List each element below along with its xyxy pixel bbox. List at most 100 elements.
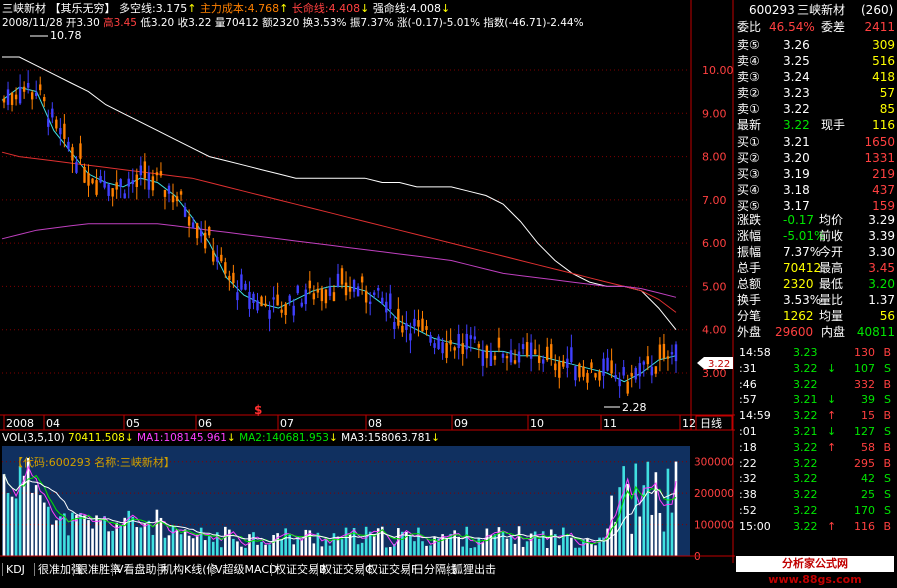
candle-body: [606, 357, 609, 371]
tick-arrow: ↓: [827, 425, 837, 438]
tick-row: 14:58 3.23 130 B: [735, 345, 897, 361]
tick-time: :31: [739, 361, 757, 375]
candle-body: [646, 356, 650, 365]
candle-body: [642, 361, 645, 365]
vol-value: 70411.508: [68, 432, 125, 444]
main-chart[interactable]: 10.009.008.007.006.005.004.003.002008 04 0…: [0, 0, 735, 563]
stat-value: 3.30: [868, 245, 895, 259]
stat-value: 3.29: [868, 213, 895, 227]
volume-bar: [658, 512, 662, 556]
candle-body: [328, 286, 332, 296]
volume-bar: [18, 465, 22, 556]
duokong-value: 3.175: [155, 2, 188, 15]
quote-code: 600293: [749, 3, 795, 17]
price-tick-label: 10.00: [702, 64, 734, 77]
tick-volume: 58: [861, 440, 875, 454]
candle-body: [296, 285, 299, 294]
volume-bar: [296, 536, 300, 556]
volume-bar: [179, 534, 183, 556]
tick-time: :32: [739, 472, 757, 486]
volume-bar: [55, 520, 58, 556]
volume-bar: [244, 547, 247, 556]
weibi-label: 委比: [737, 20, 762, 34]
indicator-tab[interactable]: KDJ: [2, 563, 25, 576]
candle-body: [517, 351, 521, 363]
volume-bar: [195, 535, 199, 556]
volume-bar: [517, 526, 521, 556]
stat-label: 均价: [819, 213, 844, 227]
volume-bar: [50, 524, 54, 556]
buy-price: 3.20: [783, 151, 810, 165]
tick-side: B: [883, 346, 891, 359]
tick-price: 3.22: [793, 472, 818, 486]
candle-body: [417, 320, 420, 327]
candle-body: [2, 98, 6, 103]
neipan-value: 40811: [856, 325, 895, 339]
tick-side: S: [884, 488, 891, 502]
candle-body: [228, 275, 231, 280]
candle-body: [63, 123, 66, 139]
indicator-tab[interactable]: 机构K线(修: [158, 563, 218, 576]
volume-bar: [219, 547, 223, 556]
tick-row: :22 3.22 295 B: [735, 456, 897, 472]
volume-legend: VOL(3,5,10) 70411.508↓ MA1:108145.961↓ M…: [2, 432, 440, 444]
candle-body: [582, 366, 585, 377]
stat-label: 最低: [819, 277, 844, 291]
volume-bar: [630, 533, 634, 556]
info-amt: 额2320: [262, 17, 300, 29]
volume-bar: [2, 474, 6, 556]
tick-price: 3.22: [793, 361, 818, 375]
tick-price: 3.22: [793, 377, 818, 391]
candle-body: [179, 191, 183, 195]
candle-body: [99, 176, 102, 183]
candle-body: [481, 350, 485, 366]
candle-body: [111, 188, 114, 197]
indicator-tab[interactable]: V超级MACD: [211, 563, 278, 576]
tick-time: :57: [739, 393, 757, 407]
candle-body: [670, 352, 674, 355]
stat-label: 总手: [737, 261, 762, 275]
stat-value: 2320: [783, 277, 814, 291]
volume-bar: [582, 540, 585, 556]
candle-body: [525, 342, 529, 357]
volume-bar: [139, 527, 143, 556]
volume-bar: [388, 547, 392, 556]
tick-arrow: ↑: [827, 409, 837, 423]
volume-bar: [529, 533, 533, 556]
stat-value: -0.17: [783, 213, 815, 227]
volume-bar: [312, 543, 316, 556]
volume-bar: [292, 544, 296, 556]
candle-body: [35, 92, 38, 96]
sell-volume: 85: [879, 102, 895, 116]
sell-volume: 309: [872, 38, 895, 52]
candle-body: [368, 301, 372, 304]
volume-bar: [30, 492, 34, 556]
buy-label: 买②: [737, 151, 760, 165]
indicator-tab[interactable]: 狐狸出击: [448, 563, 496, 576]
candle-body: [385, 301, 388, 313]
stat-label: 涨幅: [737, 229, 762, 243]
candle-body: [405, 323, 408, 330]
candle-body: [14, 94, 18, 100]
tick-row: :57 3.21 ↓ 39 S: [735, 392, 897, 408]
volume-bar: [662, 531, 666, 556]
buy-volume: 437: [872, 183, 895, 197]
candle-body: [139, 165, 143, 176]
chart-title-bar: 三峡新材 【其乐无穷】 多空线:3.175↑ 主力成本:4.768↑ 长命线:4…: [2, 2, 451, 15]
tick-price: 3.21: [793, 425, 818, 438]
candle-body: [216, 257, 219, 262]
candle-body: [187, 216, 191, 226]
stat-value: 1262: [783, 309, 814, 323]
sell-price: 3.26: [783, 38, 810, 52]
tick-side: S: [884, 361, 891, 375]
buy-row: 买④ 3.18 437: [735, 182, 897, 199]
indicator-name[interactable]: 【其乐无穷】: [50, 2, 116, 15]
volume-bar: [545, 548, 549, 556]
candle-body: [171, 195, 175, 203]
candle-body: [336, 273, 340, 287]
vol-ma2: MA2:140681.953: [239, 432, 329, 444]
sell-row: 卖⑤ 3.26 309: [735, 37, 897, 54]
tick-volume: 332: [854, 377, 875, 391]
candle-body: [30, 92, 34, 100]
candle-body: [509, 350, 513, 363]
